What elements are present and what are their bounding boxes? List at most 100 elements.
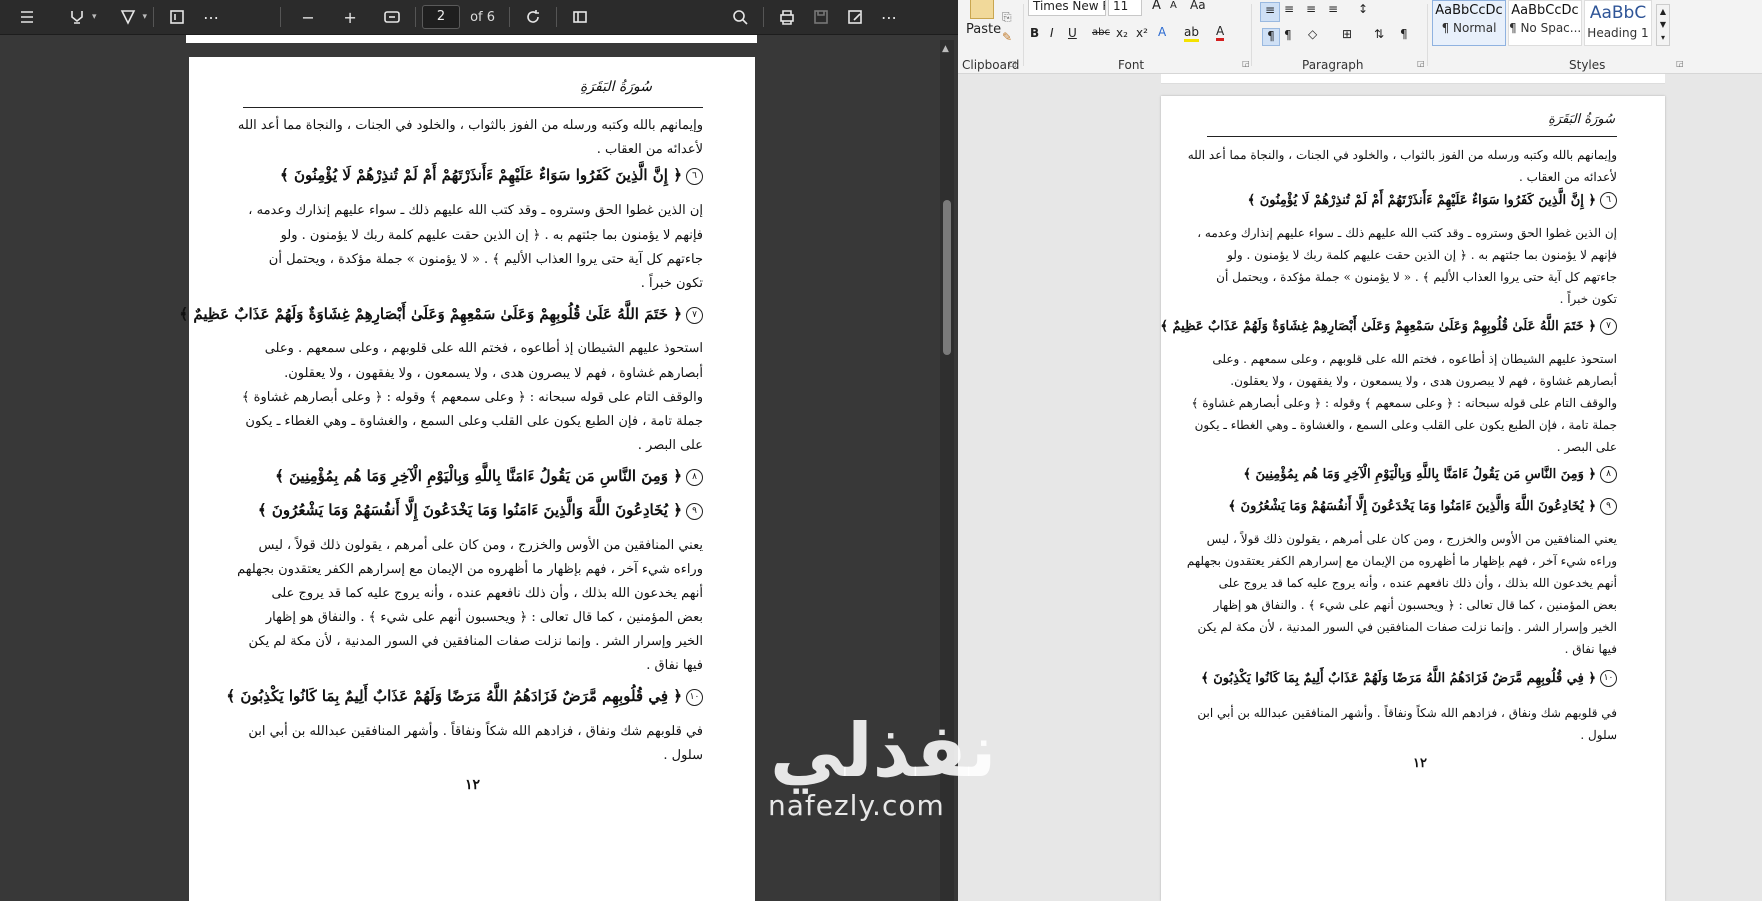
- superscript-button[interactable]: x²: [1136, 26, 1148, 40]
- font-name-select[interactable]: Times New Ro: [1028, 0, 1106, 16]
- format-painter-icon[interactable]: ✎: [1002, 30, 1012, 44]
- chevron-down-icon[interactable]: ▾: [143, 12, 148, 22]
- show-marks-icon[interactable]: ¶: [1400, 27, 1408, 41]
- verse-number: ٨: [1600, 466, 1617, 483]
- style-preview: AaBbCcDc: [1435, 3, 1503, 18]
- header-rule: [1207, 136, 1617, 137]
- underline-button[interactable]: U: [1068, 26, 1077, 40]
- verse-text: ﴿ خَتَمَ اللَّهُ عَلَىٰ قُلُوبِهِمْ وَعَ…: [179, 305, 682, 323]
- dialog-launcher-icon[interactable]: ◲: [1242, 59, 1250, 68]
- page-view-icon[interactable]: [567, 4, 593, 30]
- text-line: لأعدائه من العقاب .: [596, 142, 703, 157]
- style-heading-1[interactable]: AaBbC Heading 1: [1584, 0, 1652, 46]
- scrollbar-thumb[interactable]: [943, 200, 951, 355]
- bold-button[interactable]: B: [1030, 26, 1039, 40]
- italic-button[interactable]: I: [1050, 26, 1054, 40]
- align-right-icon[interactable]: ≡: [1306, 2, 1316, 16]
- list-icon[interactable]: [14, 4, 40, 30]
- toolbar-divider: [280, 7, 282, 27]
- page-number: ١٢: [1413, 756, 1427, 771]
- text-line: الخير وإسرار الشر . وإنما نزلت صفات المن…: [248, 634, 703, 649]
- save-icon[interactable]: [808, 4, 834, 30]
- ltr-icon[interactable]: ¶: [1262, 28, 1280, 46]
- previous-page-edge: [1161, 74, 1665, 84]
- rtl-icon[interactable]: ¶: [1284, 28, 1292, 42]
- search-icon[interactable]: [727, 4, 753, 30]
- align-center-icon[interactable]: ≡: [1284, 2, 1294, 16]
- verse-text: ﴿ إِنَّ الَّذِينَ كَفَرُوا سَوَاءٌ عَلَي…: [279, 166, 682, 184]
- text-line: سلول .: [1580, 728, 1617, 742]
- verse-text: ﴿ يُخَادِعُونَ اللَّهَ وَالَّذِينَ ءَامَ…: [1228, 499, 1596, 514]
- chevron-down-icon[interactable]: ▾: [92, 12, 97, 22]
- dialog-launcher-icon[interactable]: ◲: [1676, 59, 1684, 68]
- subscript-button[interactable]: x₂: [1116, 26, 1128, 40]
- word-page[interactable]: سُورَةُ البَقَرَةِ وإيمانهم بالله وكتبه …: [1160, 96, 1665, 901]
- verse-number: ٦: [1600, 192, 1617, 209]
- verse-number: ٩: [1600, 498, 1617, 515]
- style-name: ¶ Normal: [1441, 21, 1497, 35]
- text-box-icon[interactable]: [164, 4, 190, 30]
- zoom-in-icon[interactable]: +: [337, 4, 363, 30]
- text-line: استحوذ عليهم الشيطان إذ أطاعوه ، فختم ال…: [264, 341, 703, 356]
- page-number-input[interactable]: 2: [422, 5, 461, 29]
- dialog-launcher-icon[interactable]: ◲: [1417, 59, 1425, 68]
- group-divider: [1251, 4, 1252, 66]
- shading-icon[interactable]: ◇: [1308, 27, 1317, 41]
- paste-icon[interactable]: [970, 0, 994, 19]
- change-case-button[interactable]: Aa: [1190, 0, 1206, 12]
- word-window: Paste ⎘ ✎ Clipboard ◲ Times New Ro 11 A …: [958, 0, 1762, 901]
- more-icon[interactable]: ⋯: [198, 4, 224, 30]
- scroll-up-icon[interactable]: ▲: [942, 44, 949, 54]
- rotate-icon[interactable]: [520, 4, 546, 30]
- verse-text: ﴿ فِي قُلُوبِهِم مَّرَضٌ فَزَادَهُمُ الل…: [1201, 671, 1596, 686]
- font-size-select[interactable]: 11: [1108, 0, 1142, 16]
- zoom-out-icon[interactable]: −: [295, 4, 321, 30]
- save-as-icon[interactable]: [842, 4, 868, 30]
- verse-line: ٨﴿ وَمِنَ النَّاسِ مَن يَقُولُ ءَامَنَّا…: [275, 467, 703, 486]
- dialog-launcher-icon[interactable]: ◲: [1009, 59, 1017, 68]
- word-document-area[interactable]: سُورَةُ البَقَرَةِ وإيمانهم بالله وكتبه …: [958, 74, 1762, 901]
- verse-line: ٦ ﴿ إِنَّ الَّذِينَ كَفَرُوا سَوَاءٌ عَلَ…: [1248, 192, 1617, 209]
- group-divider: [1427, 4, 1428, 66]
- header-rule: [243, 107, 703, 108]
- font-color-icon[interactable]: A: [1216, 24, 1225, 41]
- style-normal[interactable]: AaBbCcDc ¶ Normal: [1432, 0, 1506, 46]
- copy-icon[interactable]: ⎘: [1002, 10, 1012, 25]
- print-icon[interactable]: [774, 4, 800, 30]
- highlight-icon[interactable]: [64, 4, 90, 30]
- borders-icon[interactable]: ⊞: [1342, 27, 1352, 41]
- justify-icon[interactable]: ≡: [1328, 2, 1338, 16]
- more-icon[interactable]: ⋯: [876, 4, 902, 30]
- toolbar-divider: [415, 7, 417, 27]
- text-line: وراءه شيء آخر ، فهم بإظهار ما أظهروه من …: [237, 562, 703, 577]
- sort-icon[interactable]: ⇅: [1374, 27, 1384, 41]
- text-line: على البصر .: [1556, 440, 1617, 454]
- pdf-page: سُورَةُ البَقَرَةِ وإيمانهم بالله وكتبه …: [179, 57, 755, 901]
- text-line: فيها نفاق .: [646, 658, 703, 673]
- text-effects-icon[interactable]: A: [1158, 25, 1166, 39]
- group-styles: Styles: [1569, 58, 1606, 72]
- previous-page-edge: [186, 35, 757, 43]
- align-left-icon[interactable]: ≡: [1260, 2, 1280, 22]
- paste-button[interactable]: Paste: [966, 22, 1001, 37]
- verse-number: ٦: [686, 167, 703, 185]
- fit-page-icon[interactable]: [379, 4, 405, 30]
- verse-text: ﴿ يُخَادِعُونَ اللَّهَ وَالَّذِينَ ءَامَ…: [257, 501, 682, 519]
- styles-scroll-icon[interactable]: ▲ ▼ ▾: [1656, 4, 1670, 46]
- line-spacing-icon[interactable]: ↕: [1358, 2, 1368, 16]
- style-name: Heading 1: [1587, 26, 1649, 40]
- text-line: سلول .: [663, 748, 703, 763]
- verse-line: ١٠﴿ فِي قُلُوبِهِم مَّرَضٌ فَزَادَهُمُ ا…: [226, 687, 703, 706]
- style-no-spacing[interactable]: AaBbCcDc ¶ No Spac...: [1508, 0, 1582, 46]
- highlight-color-icon[interactable]: ab: [1184, 25, 1199, 42]
- shrink-font-button[interactable]: A: [1170, 0, 1177, 11]
- draw-icon[interactable]: [115, 4, 141, 30]
- strikethrough-button[interactable]: abc: [1092, 27, 1110, 38]
- text-line: تكون خبراً .: [640, 276, 703, 291]
- text-line: فإنهم لا يؤمنون بما جئتهم به . ﴿ إن الذي…: [1227, 248, 1617, 262]
- pdf-toolbar: ▾ ▾ ⋯ − + 2 of 6 ⋯: [0, 0, 958, 35]
- verse-line: ٩﴿ يُخَادِعُونَ اللَّهَ وَالَّذِينَ ءَام…: [258, 501, 703, 520]
- grow-font-button[interactable]: A: [1152, 0, 1161, 13]
- text-line: وراءه شيء آخر ، فهم بإظهار ما أظهروه من …: [1186, 554, 1617, 568]
- verse-number: ٨: [686, 468, 703, 486]
